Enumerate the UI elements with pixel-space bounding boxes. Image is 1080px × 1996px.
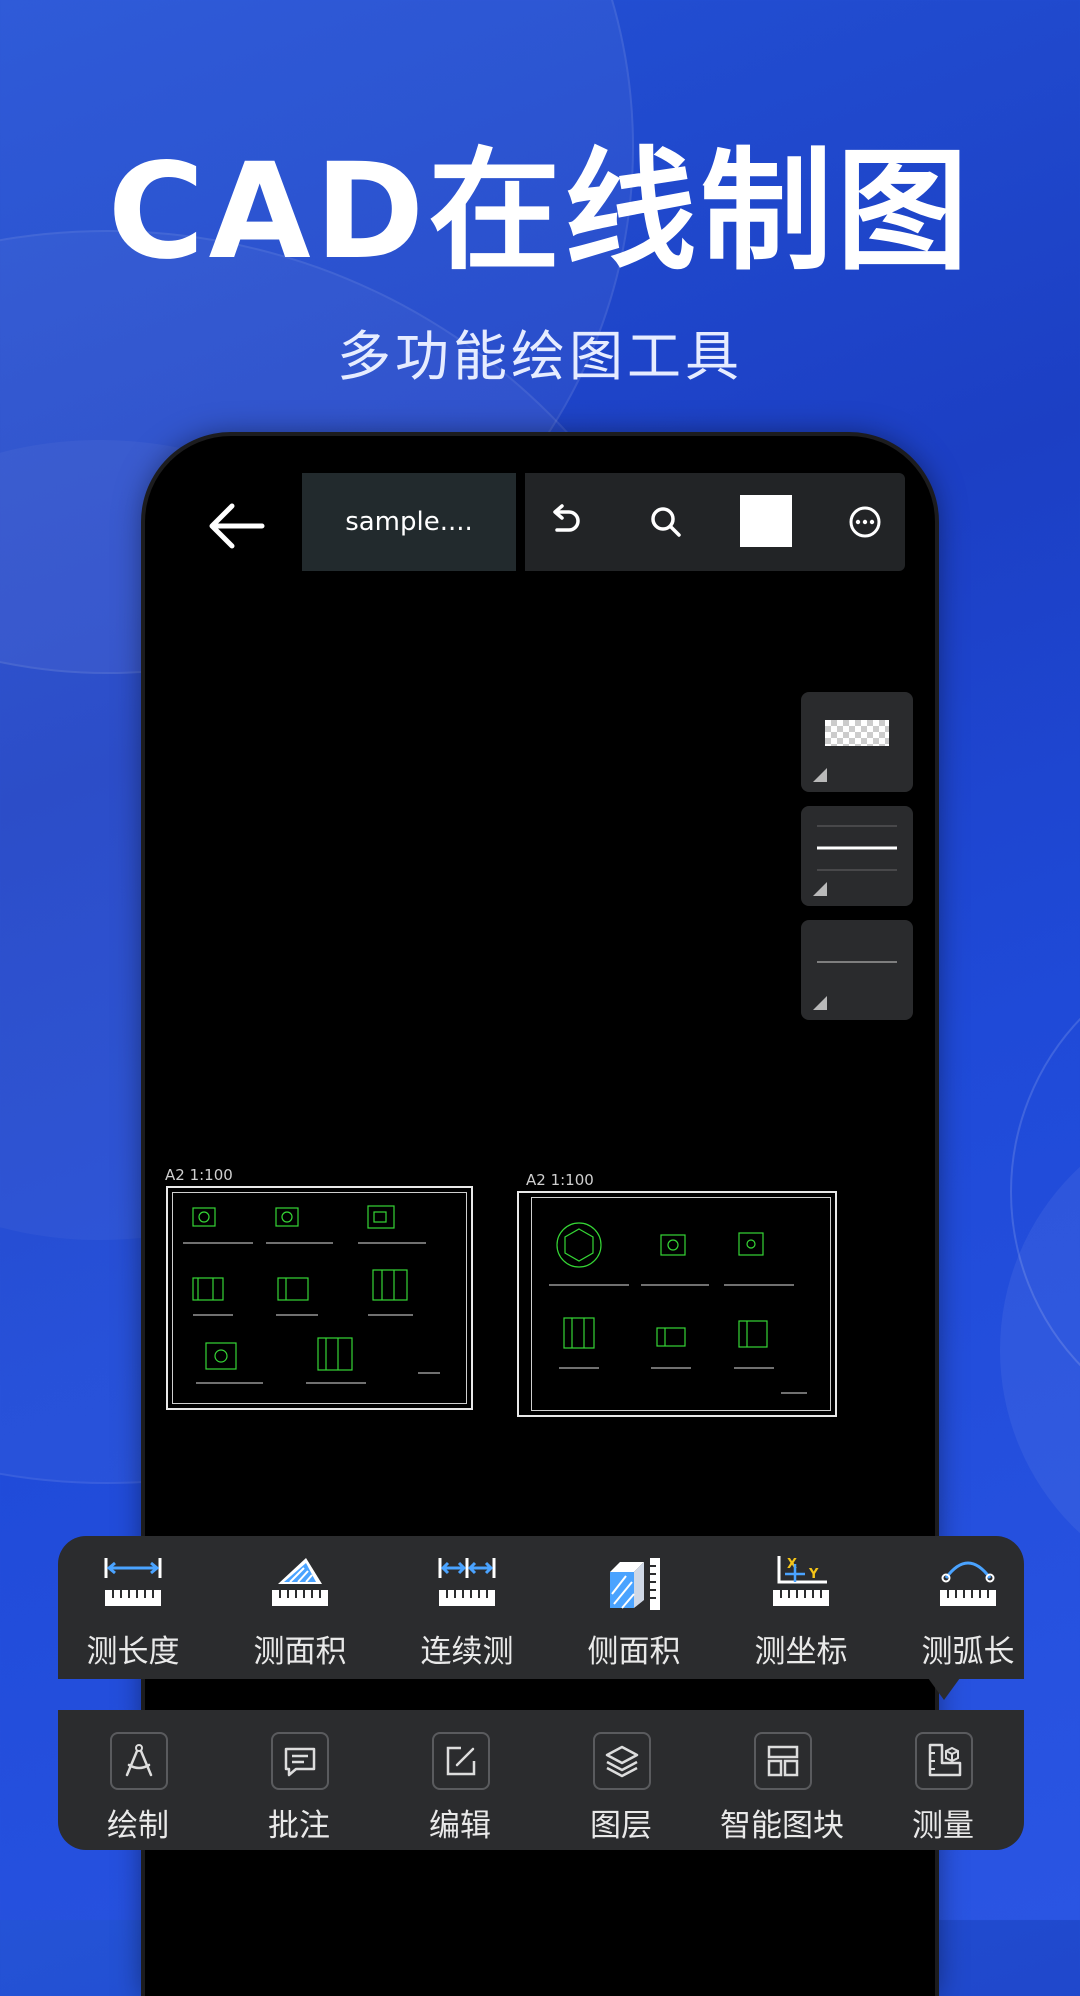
compass-draw-icon bbox=[125, 1744, 153, 1777]
corner-triangle-icon bbox=[813, 882, 827, 896]
drawing-scale-label: A2 1:100 bbox=[165, 1166, 233, 1184]
tab-label: 智能图块 bbox=[720, 1808, 844, 1844]
drawing-sheet[interactable] bbox=[166, 1186, 473, 1410]
drawing-thumbnail-icon bbox=[549, 1222, 807, 1394]
measure-tools-bar: 测长度 测面积 连续测 侧面积 X Y 测坐标 测弧长 bbox=[58, 1536, 1024, 1679]
undo-icon bbox=[553, 504, 580, 532]
tab-annotate[interactable]: 批注 bbox=[219, 1732, 379, 1848]
tab-label: 编辑 bbox=[429, 1808, 491, 1844]
tab-draw[interactable]: 绘制 bbox=[58, 1732, 218, 1848]
drawing-thumbnail-icon bbox=[183, 1205, 440, 1384]
active-tab-pointer bbox=[928, 1678, 960, 1700]
measure-area-tool[interactable]: 测面积 bbox=[225, 1554, 375, 1674]
side-line-type[interactable] bbox=[801, 920, 913, 1020]
measure-tool-label: 测弧长 bbox=[921, 1634, 1015, 1670]
measure-tool-label: 测长度 bbox=[86, 1634, 180, 1670]
measure-area-icon bbox=[272, 1558, 328, 1606]
continuous-measure-tool[interactable]: 连续测 bbox=[392, 1554, 542, 1674]
tab-layers[interactable]: 图层 bbox=[541, 1732, 701, 1848]
search-button[interactable] bbox=[636, 492, 696, 552]
side-line-weight[interactable] bbox=[801, 806, 913, 906]
promo-headline: CAD在线制图 bbox=[107, 135, 973, 289]
tab-smart-block[interactable]: 智能图块 bbox=[702, 1732, 862, 1848]
continuous-measure-icon bbox=[438, 1558, 496, 1606]
tab-label: 图层 bbox=[590, 1808, 652, 1844]
smart-block-icon bbox=[767, 1745, 799, 1777]
search-icon bbox=[651, 507, 681, 537]
promo-subheadline: 多功能绘图工具 bbox=[337, 325, 743, 388]
measure-coordinate-tool[interactable]: X Y 测坐标 bbox=[726, 1554, 876, 1674]
measure-arc-icon bbox=[940, 1561, 996, 1606]
measure-length-tool[interactable]: 测长度 bbox=[58, 1554, 208, 1674]
measure-tool-label: 侧面积 bbox=[587, 1634, 681, 1670]
tab-label: 测量 bbox=[912, 1808, 974, 1844]
drawing-scale-label: A2 1:100 bbox=[526, 1171, 594, 1189]
back-button[interactable] bbox=[200, 496, 270, 556]
file-tab[interactable]: sample.... bbox=[302, 473, 516, 571]
side-fill-pattern[interactable] bbox=[801, 692, 913, 792]
tab-label: 绘制 bbox=[107, 1808, 169, 1844]
measure-coordinate-icon: X Y bbox=[773, 1556, 829, 1606]
annotation-icon bbox=[284, 1747, 316, 1777]
drawing-sheet[interactable] bbox=[517, 1191, 837, 1417]
svg-text:Y: Y bbox=[808, 1567, 819, 1582]
measure-tool-label: 测坐标 bbox=[754, 1634, 848, 1670]
more-horizontal-icon bbox=[849, 506, 881, 538]
measure-length-icon bbox=[104, 1558, 162, 1606]
measure-icon bbox=[928, 1743, 962, 1777]
layers-icon bbox=[605, 1745, 639, 1778]
more-button[interactable] bbox=[835, 492, 895, 552]
tab-label: 批注 bbox=[268, 1808, 330, 1844]
corner-triangle-icon bbox=[813, 768, 827, 782]
tab-edit[interactable]: 编辑 bbox=[380, 1732, 540, 1848]
top-toolbar bbox=[525, 473, 905, 571]
measure-tool-label: 连续测 bbox=[420, 1634, 514, 1670]
bottom-toolbar: 绘制 批注 编辑 图层 智能图块 测量 bbox=[58, 1710, 1024, 1850]
color-swatch[interactable] bbox=[740, 495, 792, 547]
corner-triangle-icon bbox=[813, 996, 827, 1010]
edit-icon bbox=[446, 1746, 476, 1776]
side-area-tool[interactable]: 侧面积 bbox=[559, 1554, 709, 1674]
measure-tool-label: 测面积 bbox=[253, 1634, 347, 1670]
file-tab-label: sample.... bbox=[345, 507, 473, 537]
tab-measure[interactable]: 测量 bbox=[863, 1732, 1023, 1848]
measure-arc-tool[interactable]: 测弧长 bbox=[893, 1554, 1024, 1674]
undo-button[interactable] bbox=[535, 492, 595, 552]
arrow-left-icon bbox=[209, 503, 265, 549]
checker-pattern-icon bbox=[825, 720, 889, 746]
side-area-icon bbox=[610, 1558, 660, 1610]
